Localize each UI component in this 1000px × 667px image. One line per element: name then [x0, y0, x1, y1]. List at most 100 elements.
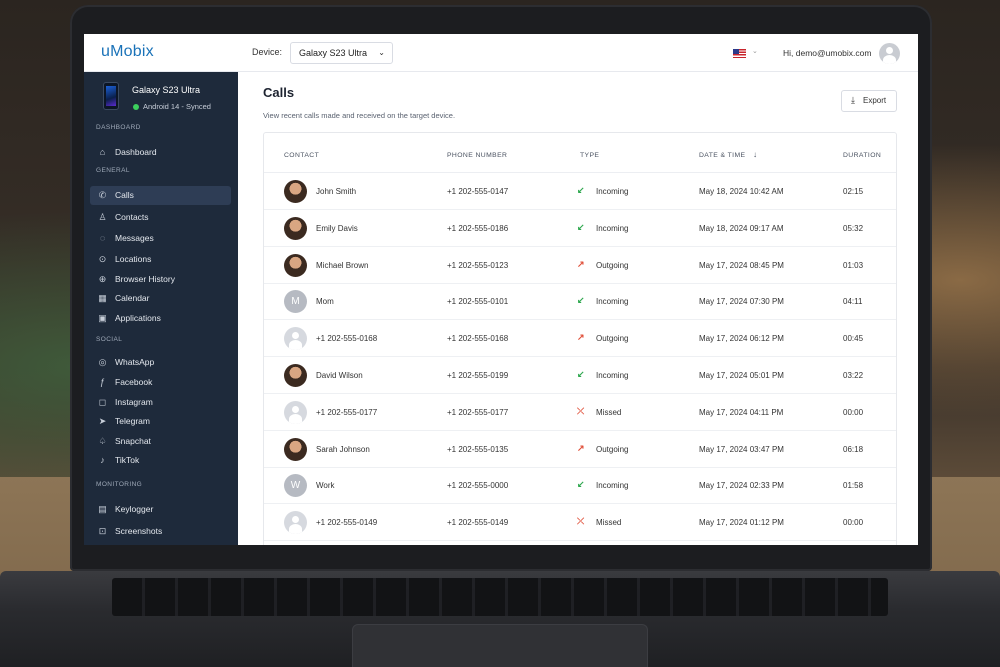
call-duration: 04:11	[843, 297, 863, 307]
contact-name: Mom	[316, 297, 334, 307]
table-row[interactable]: M Mom +1 202-555-0101 Incoming May 17, 2024 …	[264, 283, 896, 321]
table-row[interactable]: +1 202-555-0177 +1 202-555-0177 Missed May …	[264, 394, 896, 431]
sidebar-item-screenshots[interactable]: ⊡ Screenshots	[90, 522, 231, 541]
table-row[interactable]: +1 202-555-0149 +1 202-555-0149 Missed May …	[264, 504, 896, 542]
sidebar-item-telegram[interactable]: ➤ Telegram	[90, 412, 231, 431]
phone-number: +1 202-555-0000	[447, 481, 509, 491]
call-duration: 01:58	[843, 481, 864, 491]
sidebar-section-monitoring: MONITORING	[96, 481, 143, 488]
table-row[interactable]: +1 202-555-0168 +1 202-555-0168 Outgoing Ma…	[264, 320, 896, 358]
chevron-down-icon[interactable]: ⌄	[752, 47, 758, 55]
device-status-text: Android 14 - Synced	[143, 102, 211, 111]
call-type: Incoming	[596, 223, 629, 233]
call-type: Missed	[596, 407, 622, 417]
header-date[interactable]: DATE & TIME	[699, 152, 745, 159]
call-type: Incoming	[596, 187, 629, 196]
call-incoming-icon: ↙	[577, 221, 585, 232]
table-row[interactable]: Sarah Johnson +1 202-555-0135 Outgoing May …	[264, 431, 896, 468]
sidebar-item-label: WhatsApp	[115, 357, 155, 367]
sidebar-item-whatsapp[interactable]: ◎ WhatsApp	[90, 353, 231, 372]
table-row[interactable]: Emily Davis +1 202-555-0186 Incoming May 18…	[264, 210, 896, 247]
sidebar-item-label: Messages	[115, 233, 154, 243]
sidebar-item-browser-history[interactable]: ⊕ Browser History	[90, 270, 231, 289]
header-contact[interactable]: CONTACT	[284, 152, 319, 159]
screenshot-icon: ⊡	[98, 526, 107, 536]
instagram-icon: ◻	[98, 397, 107, 407]
phone-icon	[103, 82, 119, 110]
header-type[interactable]: TYPE	[580, 152, 599, 159]
call-type: Missed	[596, 518, 622, 528]
header-phone[interactable]: PHONE NUMBER	[447, 152, 507, 159]
contact-avatar: W	[284, 474, 307, 498]
sidebar-item-label: Browser History	[115, 274, 175, 284]
home-icon: ⌂	[99, 147, 106, 157]
call-datetime: May 17, 2024 03:47 PM	[699, 444, 784, 454]
phone-number: +1 202-555-0135	[447, 444, 509, 454]
call-type: Incoming	[596, 481, 629, 491]
export-label: Export	[863, 96, 887, 105]
device-label: Device:	[252, 47, 283, 57]
device-select[interactable]: Galaxy S23 Ultra ⌄	[290, 42, 393, 64]
sidebar-item-messages[interactable]: ◌ Messages	[90, 229, 231, 248]
table-row[interactable]: John Smith +1 202-555-0147 Incoming May 18,…	[264, 173, 896, 210]
sidebar-item-snapchat[interactable]: ♤ Snapchat	[90, 432, 231, 451]
phone-number: +1 202-555-0101	[447, 297, 509, 307]
phone-number: +1 202-555-0149	[447, 518, 509, 528]
call-datetime: May 18, 2024 10:42 AM	[699, 187, 784, 196]
call-outgoing-icon: ↗	[577, 258, 585, 269]
table-row[interactable]: Michael Brown +1 202-555-0123 Outgoing May …	[264, 247, 896, 284]
laptop-keyboard	[112, 578, 888, 616]
device-select-value: Galaxy S23 Ultra	[299, 48, 368, 58]
call-datetime: May 18, 2024 09:17 AM	[699, 223, 784, 233]
sidebar-item-keylogger[interactable]: ▤ Keylogger	[90, 500, 231, 519]
app-logo[interactable]: uMobix	[101, 43, 154, 61]
chat-icon: ◌	[99, 233, 106, 243]
call-datetime: May 17, 2024 06:12 PM	[699, 334, 784, 344]
phone-number: +1 202-555-0168	[447, 334, 509, 344]
status-dot-icon	[133, 104, 139, 110]
header-duration[interactable]: DURATION	[843, 152, 881, 159]
user-icon: ♙	[98, 212, 107, 222]
call-incoming-icon: ↙	[577, 295, 585, 306]
sidebar-item-applications[interactable]: ▣ Applications	[90, 309, 231, 328]
phone-icon: ✆	[98, 190, 107, 200]
sidebar-item-facebook[interactable]: ƒ Facebook	[90, 373, 231, 392]
sidebar-item-locations[interactable]: ⊙ Locations	[90, 250, 231, 269]
call-incoming-icon: ↙	[577, 479, 585, 490]
location-icon: ⊙	[98, 254, 107, 264]
sidebar-item-dashboard[interactable]: ⌂ Dashboard	[90, 143, 231, 162]
sort-arrow-icon[interactable]: ↓	[753, 150, 757, 159]
table-row[interactable]: W Work +1 202-555-0000 Incoming May 17, 2024…	[264, 467, 896, 505]
sidebar-item-tiktok[interactable]: ♪ TikTok	[90, 451, 231, 470]
contact-avatar	[284, 327, 307, 351]
call-type: Outgoing	[596, 334, 629, 344]
sidebar-item-calls[interactable]: ✆ Calls	[90, 186, 231, 205]
sidebar-item-calendar[interactable]: ▦ Calendar	[90, 289, 231, 308]
sidebar-item-instagram[interactable]: ◻ Instagram	[90, 393, 231, 412]
phone-number: +1 202-555-0147	[447, 187, 509, 196]
page-title: Calls	[263, 85, 295, 100]
contact-name: David Wilson	[316, 371, 363, 380]
user-avatar[interactable]	[879, 43, 900, 64]
call-datetime: May 17, 2024 05:01 PM	[699, 371, 784, 380]
table-row[interactable]: David Wilson +1 202-555-0199 Incoming May 1…	[264, 357, 896, 394]
sidebar-section-general: GENERAL	[96, 167, 130, 174]
call-duration: 05:32	[843, 223, 864, 233]
export-button[interactable]: ⤓ Export	[841, 90, 897, 112]
contact-name: John Smith	[316, 187, 357, 196]
contact-name: Sarah Johnson	[316, 444, 370, 454]
call-incoming-icon: ↙	[577, 369, 585, 379]
page-subtitle: View recent calls made and received on t…	[263, 111, 456, 120]
call-type: Outgoing	[596, 444, 629, 454]
calls-table: CONTACT PHONE NUMBER TYPE DATE & TIME ↓ …	[263, 132, 897, 545]
sidebar-item-label: Keylogger	[115, 504, 154, 514]
sidebar-item-label: Instagram	[115, 397, 153, 407]
call-duration: 00:45	[843, 334, 864, 344]
sidebar-item-contacts[interactable]: ♙ Contacts	[90, 208, 231, 227]
contact-avatar	[284, 437, 307, 461]
us-flag-icon[interactable]	[733, 49, 746, 58]
phone-number: +1 202-555-0199	[447, 371, 509, 380]
table-header: CONTACT PHONE NUMBER TYPE DATE & TIME ↓ …	[264, 133, 896, 173]
call-duration: 00:00	[843, 518, 864, 528]
call-incoming-icon: ↙	[577, 185, 585, 195]
